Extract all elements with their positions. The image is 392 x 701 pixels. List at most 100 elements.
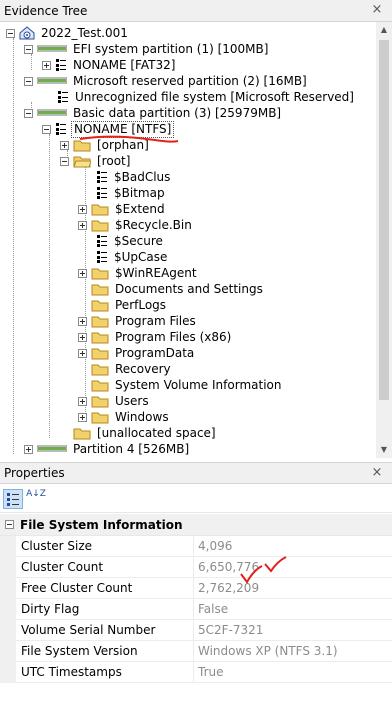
evidence-image-icon (19, 26, 35, 40)
scroll-down-icon[interactable]: ▼ (376, 442, 392, 458)
expand-icon[interactable] (78, 220, 87, 230)
tree-item-label: Program Files (115, 313, 196, 328)
expand-icon[interactable] (78, 412, 87, 422)
tree-item-partition-4[interactable]: Partition 4 [526MB] (24, 441, 191, 457)
tree-item-label: $Bitmap (114, 185, 165, 200)
collapse-icon[interactable] (5, 520, 14, 529)
folder-icon (73, 140, 91, 151)
tree-item-upcase[interactable]: $UpCase (96, 249, 169, 265)
folder-open-icon (73, 156, 91, 167)
property-row-utc-timestamps[interactable]: UTC Timestamps True (0, 661, 392, 683)
close-icon[interactable]: × (370, 466, 384, 480)
properties-title: Properties (4, 466, 65, 480)
folder-icon (73, 428, 91, 439)
tree-item-label: $BadClus (114, 169, 171, 184)
tree-item-label: [root] (97, 153, 131, 168)
tree-item-windows[interactable]: Windows (78, 409, 171, 425)
row-gutter (0, 640, 16, 662)
folder-icon (91, 316, 109, 327)
tree-item-orphan[interactable]: [orphan] (60, 137, 151, 153)
property-value: 6,650,776 (198, 560, 260, 574)
file-system-icon (97, 187, 107, 199)
property-row-file-system-version[interactable]: File System Version Windows XP (NTFS 3.1… (0, 640, 392, 662)
expand-icon[interactable] (78, 268, 87, 278)
tree-item-label: $Recycle.Bin (115, 217, 192, 232)
expand-icon[interactable] (78, 332, 87, 342)
property-row-free-cluster-count[interactable]: Free Cluster Count 2,762,209 (0, 577, 392, 599)
expand-icon[interactable] (78, 316, 87, 326)
tree-item-unrecognized-fs[interactable]: Unrecognized file system [Microsoft Rese… (57, 89, 356, 105)
file-system-icon (97, 171, 107, 183)
property-name: Cluster Count (16, 556, 194, 578)
row-gutter (0, 535, 16, 557)
tree-item-label: Windows (115, 409, 169, 424)
folder-icon (91, 380, 109, 391)
property-value: Windows XP (NTFS 3.1) (198, 644, 338, 658)
expand-icon[interactable] (78, 396, 87, 406)
tree-item-winreagent[interactable]: $WinREAgent (78, 265, 199, 281)
tree-item-programdata[interactable]: ProgramData (78, 345, 196, 361)
tree-item-label: [orphan] (97, 137, 149, 152)
collapse-icon[interactable] (24, 44, 33, 54)
property-row-cluster-size[interactable]: Cluster Size 4,096 (0, 535, 392, 557)
partition-icon (37, 445, 67, 452)
collapse-icon[interactable] (42, 124, 51, 134)
tree-item-label: NONAME [NTFS] (71, 120, 175, 138)
tree-item-bitmap[interactable]: $Bitmap (96, 185, 167, 201)
property-row-volume-serial-number[interactable]: Volume Serial Number 5C2F-7321 (0, 619, 392, 641)
tree-item-users[interactable]: Users (78, 393, 151, 409)
folder-icon (91, 364, 109, 375)
close-icon[interactable]: × (370, 3, 384, 17)
expand-icon[interactable] (60, 140, 69, 150)
property-name: File System Version (16, 640, 194, 662)
tree-item-label: Microsoft reserved partition (2) [16MB] (73, 73, 307, 88)
tree-item-system-volume-information[interactable]: System Volume Information (91, 377, 283, 393)
collapse-icon[interactable] (24, 76, 33, 86)
expand-icon[interactable] (42, 60, 51, 70)
tree-item-noname-fat32[interactable]: NONAME [FAT32] (42, 57, 177, 73)
collapse-icon[interactable] (24, 108, 33, 118)
scrollbar-thumb[interactable] (379, 40, 389, 400)
tree-item-image[interactable]: 2022_Test.001 (6, 25, 130, 41)
tree-scrollbar[interactable]: ▲ ▼ (376, 22, 392, 458)
tree-item-efi-partition[interactable]: EFI system partition (1) [100MB] (24, 41, 270, 57)
expand-icon[interactable] (24, 444, 33, 454)
folder-icon (91, 348, 109, 359)
category-file-system-information[interactable]: File System Information (0, 514, 392, 536)
partition-icon (37, 109, 67, 116)
tree-item-secure[interactable]: $Secure (96, 233, 165, 249)
tree-item-perflogs[interactable]: PerfLogs (91, 297, 168, 313)
folder-icon (91, 284, 109, 295)
property-name: UTC Timestamps (16, 661, 194, 683)
sort-az-icon: A↓Z (26, 489, 46, 499)
tree-item-extend[interactable]: $Extend (78, 201, 167, 217)
partition-icon (37, 77, 67, 84)
expand-icon[interactable] (78, 204, 87, 214)
collapse-icon[interactable] (60, 156, 69, 166)
tree-item-documents-and-settings[interactable]: Documents and Settings (91, 281, 265, 297)
collapse-icon[interactable] (6, 28, 15, 38)
scroll-up-icon[interactable]: ▲ (376, 22, 392, 38)
tree-item-root[interactable]: [root] (60, 153, 132, 169)
tree-item-recycle-bin[interactable]: $Recycle.Bin (78, 217, 194, 233)
tree-item-label: $Extend (115, 201, 165, 216)
tree-item-basic-data-partition[interactable]: Basic data partition (3) [25979MB] (24, 105, 283, 121)
tree-item-program-files-x86[interactable]: Program Files (x86) (78, 329, 233, 345)
evidence-tree-header: Evidence Tree × (0, 0, 392, 22)
alphabetical-sort-button[interactable]: A↓Z (26, 489, 46, 509)
tree-item-label: EFI system partition (1) [100MB] (73, 41, 269, 56)
expand-icon[interactable] (78, 348, 87, 358)
tree-item-badclus[interactable]: $BadClus (96, 169, 172, 185)
evidence-tree: 2022_Test.001 EFI system partition (1) [… (0, 22, 376, 458)
tree-item-label: ProgramData (115, 345, 195, 360)
tree-item-program-files[interactable]: Program Files (78, 313, 198, 329)
property-name: Free Cluster Count (16, 577, 194, 599)
tree-item-recovery[interactable]: Recovery (91, 361, 173, 377)
tree-item-label: NONAME [FAT32] (73, 57, 176, 72)
categorized-button[interactable] (3, 489, 23, 509)
property-row-cluster-count[interactable]: Cluster Count 6,650,776 (0, 556, 392, 578)
property-row-dirty-flag[interactable]: Dirty Flag False (0, 598, 392, 620)
tree-item-ms-reserved-partition[interactable]: Microsoft reserved partition (2) [16MB] (24, 73, 309, 89)
tree-item-unallocated-space[interactable]: [unallocated space] (73, 425, 218, 441)
tree-item-noname-ntfs[interactable]: NONAME [NTFS] (42, 120, 175, 138)
